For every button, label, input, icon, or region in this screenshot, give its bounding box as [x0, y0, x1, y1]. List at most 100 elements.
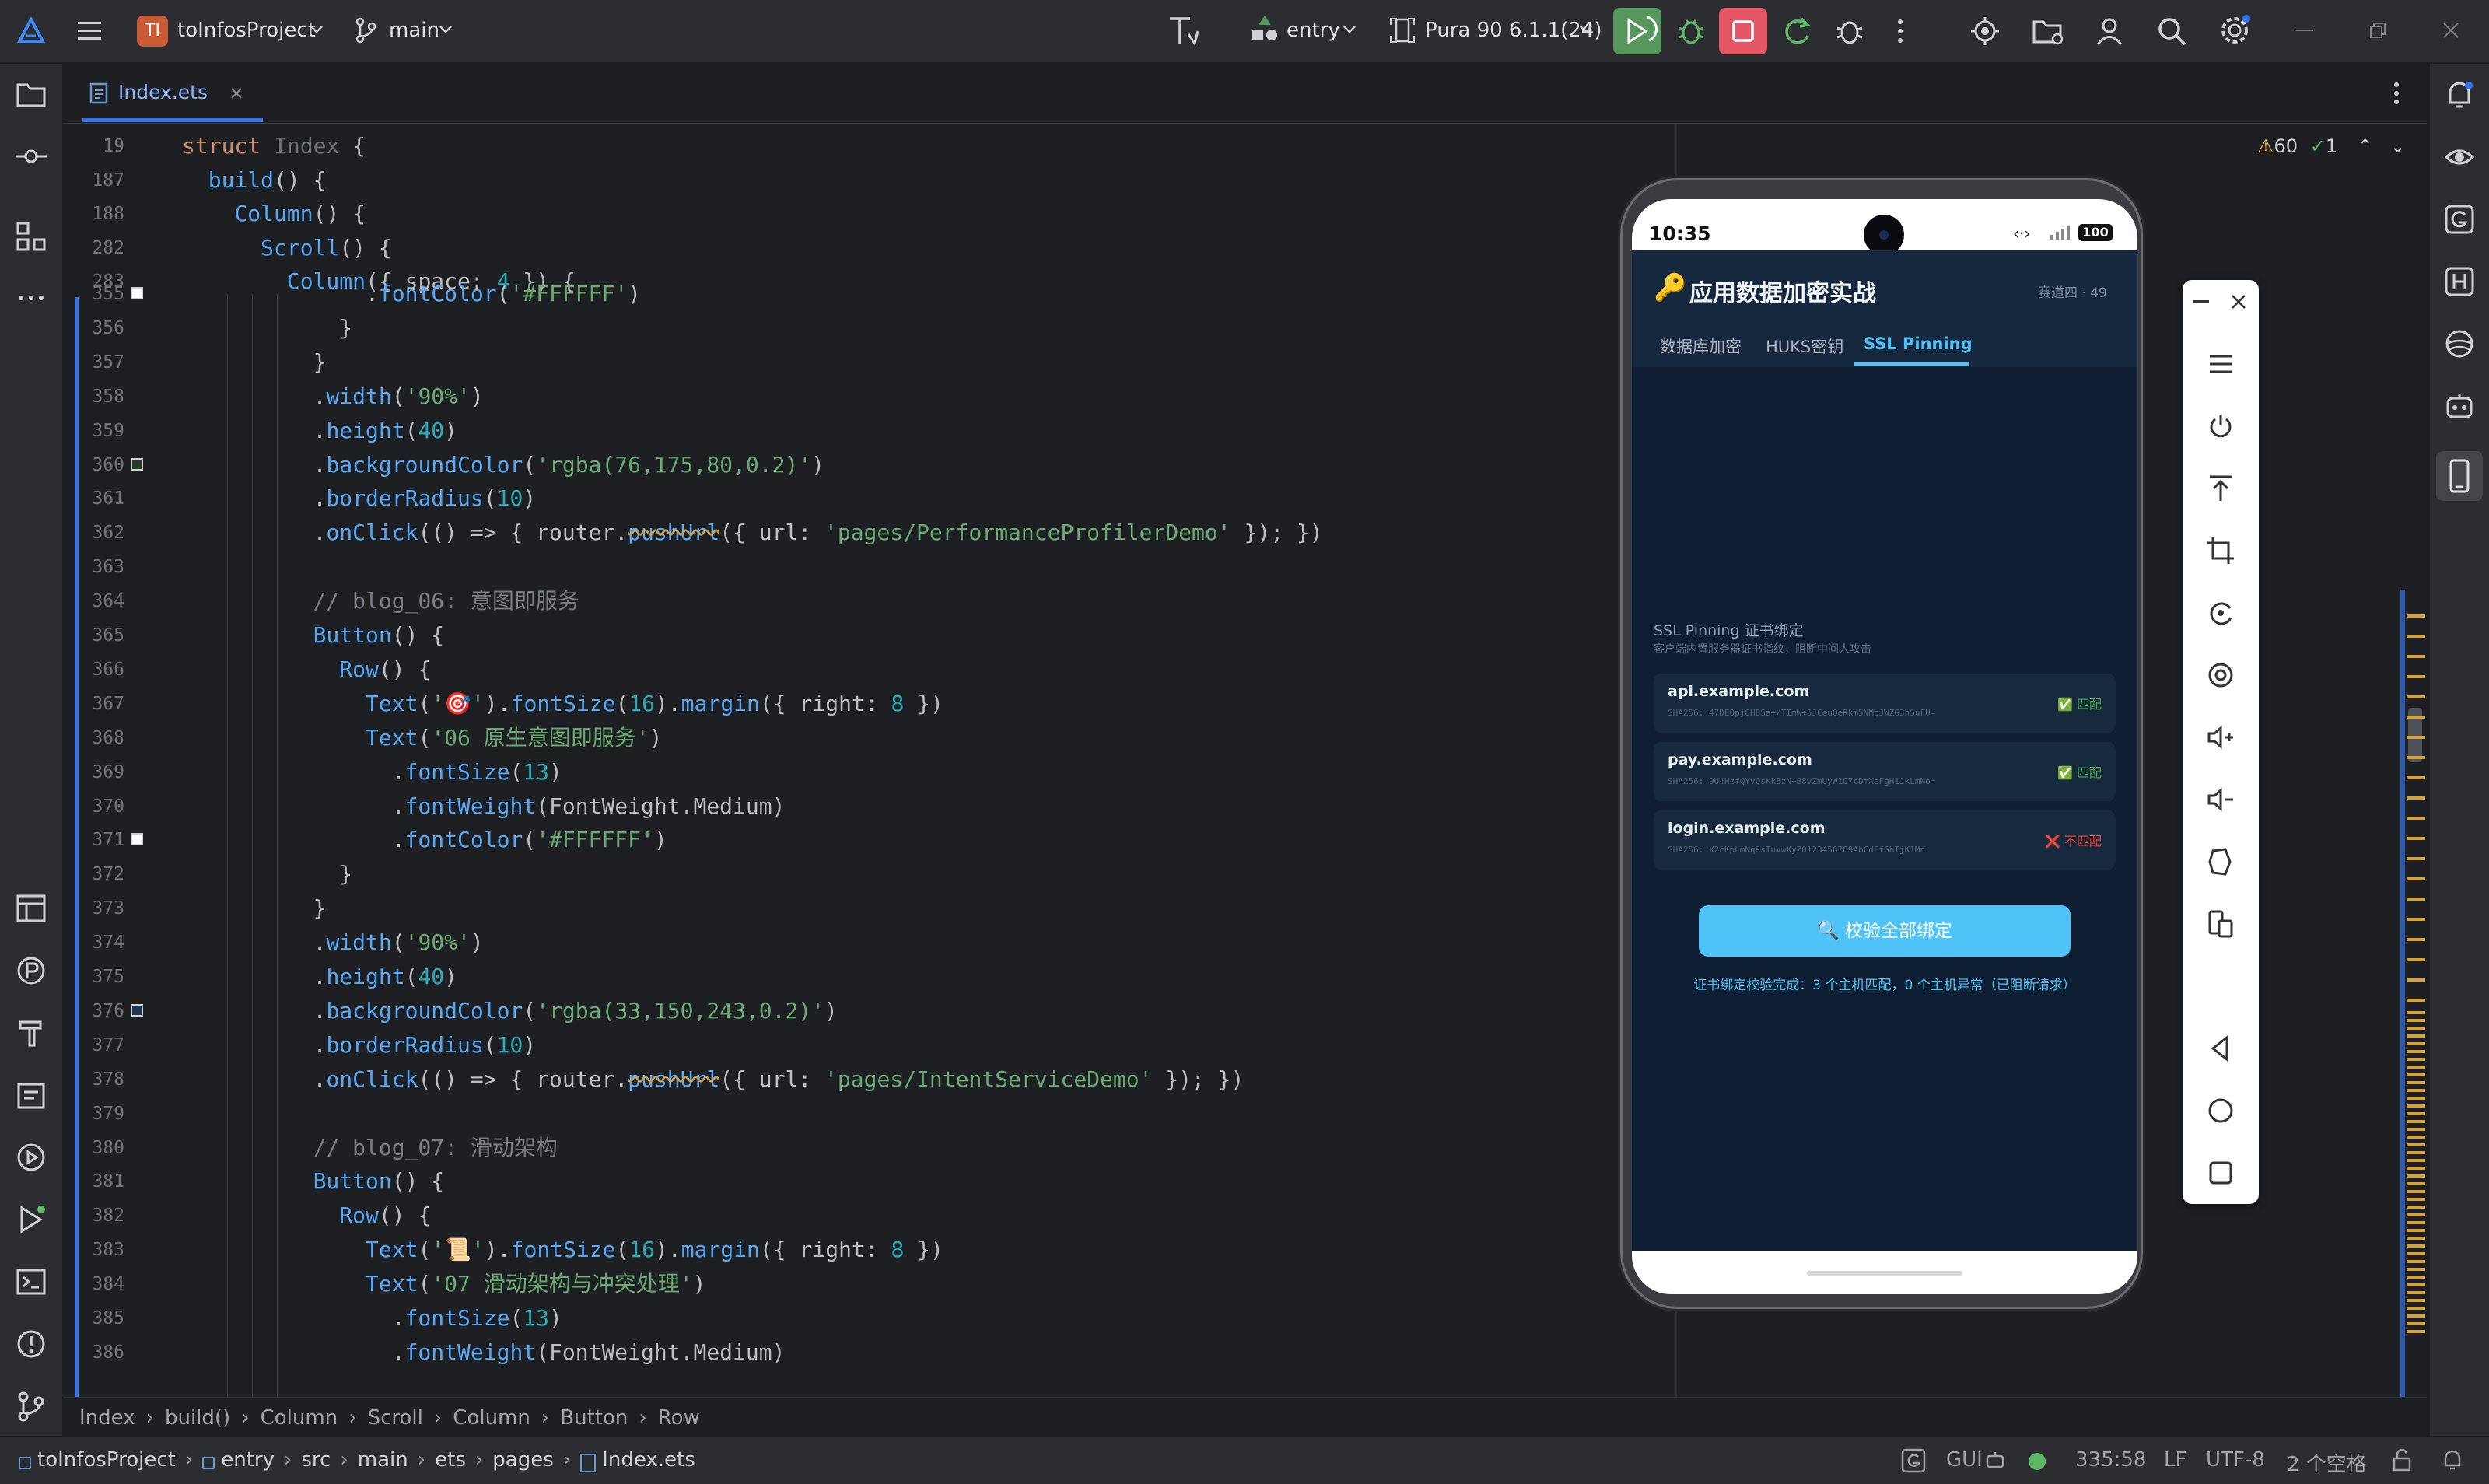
caret-position[interactable]: 335:58 — [2075, 1448, 2146, 1472]
warning-marker[interactable] — [2407, 1330, 2425, 1333]
power-icon[interactable] — [2205, 411, 2236, 442]
back-icon[interactable] — [2205, 1033, 2236, 1064]
warning-marker[interactable] — [2407, 958, 2425, 961]
line-separator[interactable]: LF — [2164, 1448, 2186, 1472]
home-indicator[interactable] — [1807, 1271, 1962, 1276]
warning-marker[interactable] — [2407, 614, 2425, 618]
run-config[interactable]: entry — [1287, 19, 1340, 42]
close-icon[interactable] — [2442, 22, 2459, 39]
code-line[interactable]: 282 Scroll() { — [64, 231, 1619, 265]
warning-marker[interactable] — [2407, 1190, 2425, 1193]
warning-marker[interactable] — [2407, 1136, 2425, 1139]
warning-marker[interactable] — [2407, 1104, 2425, 1108]
warning-marker[interactable] — [2407, 1034, 2425, 1038]
breadcrumb-item[interactable]: Scroll — [368, 1406, 423, 1430]
g-icon[interactable] — [1901, 1448, 1926, 1473]
warning-marker[interactable] — [2407, 655, 2425, 658]
path-segment[interactable]: pages — [492, 1448, 553, 1472]
run-tool-icon[interactable] — [16, 1204, 47, 1235]
warning-marker[interactable] — [2407, 1151, 2425, 1154]
code-line[interactable]: 372 } — [64, 857, 1619, 891]
code-line[interactable]: 360 .backgroundColor('rgba(76,175,80,0.2… — [64, 448, 1619, 482]
warning-marker[interactable] — [2407, 898, 2425, 901]
color-swatch[interactable] — [131, 457, 143, 471]
code-line[interactable]: 378 .onClick(() => { router.pushUrl({ ur… — [64, 1062, 1619, 1097]
color-swatch[interactable] — [131, 287, 143, 299]
robot-icon[interactable] — [1985, 1450, 2005, 1470]
path-segment[interactable]: Index.ets — [602, 1448, 695, 1472]
warning-marker[interactable] — [2407, 1237, 2425, 1240]
branch-name[interactable]: main — [389, 19, 439, 42]
code-line[interactable]: 188 Column() { — [64, 197, 1619, 231]
warning-marker[interactable] — [2407, 1159, 2425, 1162]
chevron-up-icon[interactable]: ⌃ — [2358, 135, 2373, 157]
commit-icon[interactable] — [14, 145, 48, 168]
warning-marker[interactable] — [2407, 1081, 2425, 1084]
warning-marker[interactable] — [2407, 1268, 2425, 1271]
search-icon[interactable] — [2156, 16, 2187, 47]
more-horizontal-icon[interactable] — [17, 294, 45, 302]
warning-marker[interactable] — [2407, 1244, 2425, 1248]
account-icon[interactable] — [2094, 16, 2125, 47]
breadcrumb-item[interactable]: Row — [658, 1406, 700, 1430]
inspection-widget[interactable]: ⚠60 ✓1 ⌃ ⌄ — [2257, 135, 2406, 163]
warning-marker[interactable] — [2407, 1291, 2425, 1294]
warning-marker[interactable] — [2407, 1322, 2425, 1325]
debug-icon[interactable] — [1675, 16, 1707, 47]
warning-marker[interactable] — [2407, 1058, 2425, 1061]
code-line[interactable]: 361 .borderRadius(10) — [64, 481, 1619, 516]
warning-marker[interactable] — [2407, 1019, 2425, 1022]
eye-icon[interactable] — [2444, 142, 2475, 173]
breadcrumb-item[interactable]: build() — [165, 1406, 230, 1430]
crop-icon[interactable] — [2205, 535, 2236, 566]
code-line[interactable]: 365 Button() { — [64, 618, 1619, 653]
code-line[interactable]: 383 Text('📜').fontSize(16).margin({ righ… — [64, 1233, 1619, 1267]
code-line[interactable]: 381 Button() { — [64, 1164, 1619, 1199]
warning-marker[interactable] — [2407, 1260, 2425, 1263]
folder-icon[interactable] — [2032, 16, 2064, 47]
path-segment[interactable]: src — [301, 1448, 331, 1472]
more-vertical-icon[interactable] — [1896, 17, 1904, 45]
color-swatch[interactable] — [131, 833, 143, 846]
path-segment[interactable]: ets — [435, 1448, 466, 1472]
code-line[interactable]: 358 .width('90%') — [64, 380, 1619, 414]
warning-marker[interactable] — [2407, 1206, 2425, 1209]
warning-marker[interactable] — [2407, 1314, 2425, 1318]
host-card[interactable]: api.example.com SHA256: 47DEQpj8HBSa+/TIm… — [1654, 674, 2116, 733]
globe-icon[interactable] — [2444, 328, 2475, 359]
breadcrumb-item[interactable]: Column — [261, 1406, 338, 1430]
warning-marker[interactable] — [2407, 1011, 2425, 1014]
code-line[interactable]: 367 Text('🎯').fontSize(16).margin({ righ… — [64, 687, 1619, 721]
profiler-icon[interactable] — [16, 955, 47, 986]
code-line[interactable]: 366 Row() { — [64, 653, 1619, 687]
notification-icon[interactable] — [2441, 1448, 2464, 1472]
chevron-down-icon[interactable] — [310, 25, 324, 34]
module-icon[interactable] — [1249, 14, 1280, 45]
warning-marker[interactable] — [2407, 817, 2425, 820]
warning-marker[interactable] — [2407, 1213, 2425, 1216]
fold-icon[interactable] — [2205, 846, 2236, 877]
warning-marker[interactable] — [2407, 1050, 2425, 1053]
warning-marker[interactable] — [2407, 1182, 2425, 1185]
code-line[interactable]: 384 Text('07 滑动架构与冲突处理') — [64, 1267, 1619, 1301]
warning-marker[interactable] — [2407, 756, 2425, 759]
code-line[interactable]: 371 .fontColor('#FFFFFF') — [64, 823, 1619, 857]
phone-tab[interactable]: 数据库加密 — [1660, 334, 1742, 358]
path-segment[interactable]: entry — [221, 1448, 275, 1472]
apply-changes-icon[interactable] — [1781, 16, 1812, 47]
warning-marker[interactable] — [2407, 675, 2425, 678]
warning-marker[interactable] — [2407, 1221, 2425, 1224]
path-segment[interactable]: toInfosProject — [37, 1448, 176, 1472]
home-icon[interactable] — [2205, 1095, 2236, 1126]
warning-marker[interactable] — [2407, 837, 2425, 840]
phone-tab[interactable]: SSL Pinning — [1864, 334, 1973, 353]
code-line[interactable]: 357 } — [64, 345, 1619, 380]
settings-icon[interactable] — [2218, 14, 2251, 47]
device-icon[interactable] — [1389, 17, 1416, 44]
chevron-down-icon[interactable] — [439, 25, 453, 34]
project-badge[interactable]: TI — [137, 16, 168, 47]
multi-device-icon[interactable] — [2205, 908, 2236, 940]
code-line[interactable]: 363 — [64, 550, 1619, 584]
problems-icon[interactable] — [16, 1328, 47, 1360]
code-line[interactable]: 373 } — [64, 891, 1619, 926]
